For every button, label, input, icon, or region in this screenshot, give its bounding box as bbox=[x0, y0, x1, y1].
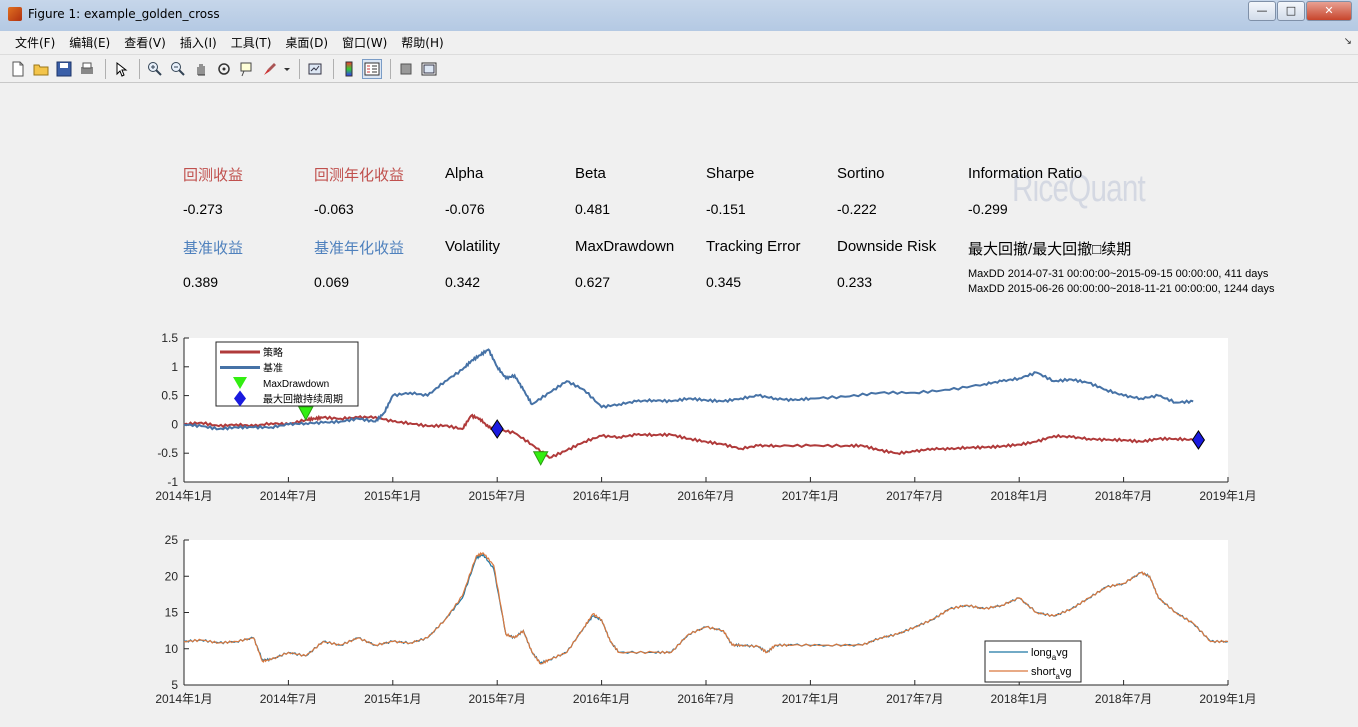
maxdd-line-1: MaxDD 2014-07-31 00:00:00~2015-09-15 00:… bbox=[968, 268, 1269, 280]
menu-edit[interactable]: 编辑(E) bbox=[62, 34, 117, 51]
stat-value-annual-return: -0.063 bbox=[314, 201, 354, 217]
stat-value-benchmark-annual-return: 0.069 bbox=[314, 274, 350, 290]
toolbar-separator bbox=[333, 59, 334, 79]
close-button[interactable]: ✕ bbox=[1306, 1, 1352, 21]
stat-label-sharpe: Sharpe bbox=[706, 165, 755, 182]
menu-tools[interactable]: 工具(T) bbox=[224, 34, 279, 51]
stat-value-maxdrawdown: 0.627 bbox=[575, 274, 611, 290]
minimize-button[interactable]: — bbox=[1248, 1, 1276, 21]
stat-label-alpha: Alpha bbox=[445, 165, 484, 182]
stat-value-volatility: 0.342 bbox=[445, 274, 481, 290]
stat-value-sortino: -0.222 bbox=[837, 201, 877, 217]
show-plot-tools-icon[interactable] bbox=[419, 59, 439, 79]
toolbar-separator bbox=[105, 59, 106, 79]
menubar: 文件(F) 编辑(E) 查看(V) 插入(I) 工具(T) 桌面(D) 窗口(W… bbox=[0, 31, 1358, 55]
menu-help[interactable]: 帮助(H) bbox=[394, 34, 450, 51]
stat-value-sharpe: -0.151 bbox=[706, 201, 746, 217]
menu-desktop[interactable]: 桌面(D) bbox=[278, 34, 335, 51]
stat-value-tracking-error: 0.345 bbox=[706, 274, 742, 290]
data-cursor-icon[interactable] bbox=[237, 59, 257, 79]
stat-label-benchmark-return: 基准收益 bbox=[183, 239, 244, 257]
figure-toolbar bbox=[0, 56, 1358, 83]
stat-label-benchmark-annual-return: 基准年化收益 bbox=[314, 239, 405, 257]
maxdd-line-2: MaxDD 2015-06-26 00:00:00~2018-11-21 00:… bbox=[968, 283, 1275, 295]
colorbar-icon[interactable] bbox=[339, 59, 359, 79]
stat-value-return: -0.273 bbox=[183, 201, 223, 217]
stat-label-tracking-error: Tracking Error bbox=[706, 238, 801, 255]
window-title: Figure 1: example_golden_cross bbox=[28, 7, 220, 21]
window-titlebar: Figure 1: example_golden_cross — □ ✕ bbox=[0, 0, 1358, 32]
stat-label-downside-risk: Downside Risk bbox=[837, 238, 937, 255]
stat-label-maxdrawdown: MaxDrawdown bbox=[575, 238, 675, 255]
menu-file[interactable]: 文件(F) bbox=[8, 34, 62, 51]
link-icon[interactable] bbox=[305, 59, 325, 79]
menu-view[interactable]: 查看(V) bbox=[117, 34, 173, 51]
toolbar-separator bbox=[390, 59, 391, 79]
menu-insert[interactable]: 插入(I) bbox=[173, 34, 224, 51]
stat-label-annual-return: 回测年化收益 bbox=[314, 166, 405, 184]
open-icon[interactable] bbox=[31, 59, 51, 79]
stat-value-benchmark-return: 0.389 bbox=[183, 274, 219, 290]
stat-label-maxdd-duration: 最大回撤/最大回撤□续期 bbox=[968, 241, 1132, 258]
menu-overflow-icon[interactable]: ↘ bbox=[1344, 36, 1352, 47]
menu-window[interactable]: 窗口(W) bbox=[335, 34, 394, 51]
stat-value-downside-risk: 0.233 bbox=[837, 274, 873, 290]
new-figure-icon[interactable] bbox=[8, 59, 28, 79]
pan-icon[interactable] bbox=[191, 59, 211, 79]
hide-plot-tools-icon[interactable] bbox=[396, 59, 416, 79]
window-controls: — □ ✕ bbox=[1248, 1, 1352, 21]
save-icon[interactable] bbox=[54, 59, 74, 79]
stat-value-alpha: -0.076 bbox=[445, 201, 485, 217]
brush-dropdown-icon[interactable] bbox=[283, 59, 291, 79]
zoom-in-icon[interactable] bbox=[145, 59, 165, 79]
stat-label-return: 回测收益 bbox=[183, 166, 244, 184]
print-icon[interactable] bbox=[77, 59, 97, 79]
stat-label-information-ratio: Information Ratio bbox=[968, 165, 1083, 182]
matlab-app-icon bbox=[8, 7, 22, 21]
stat-value-beta: 0.481 bbox=[575, 201, 611, 217]
toolbar-separator bbox=[299, 59, 300, 79]
rotate-icon[interactable] bbox=[214, 59, 234, 79]
zoom-out-icon[interactable] bbox=[168, 59, 188, 79]
pointer-icon[interactable] bbox=[111, 59, 131, 79]
toolbar-separator bbox=[139, 59, 140, 79]
stat-label-sortino: Sortino bbox=[837, 165, 885, 182]
stat-label-volatility: Volatility bbox=[445, 238, 501, 255]
stat-value-information-ratio: -0.299 bbox=[968, 201, 1008, 217]
maximize-button[interactable]: □ bbox=[1277, 1, 1305, 21]
stat-label-beta: Beta bbox=[575, 165, 606, 182]
legend-icon[interactable] bbox=[362, 59, 382, 79]
brush-icon[interactable] bbox=[260, 59, 280, 79]
